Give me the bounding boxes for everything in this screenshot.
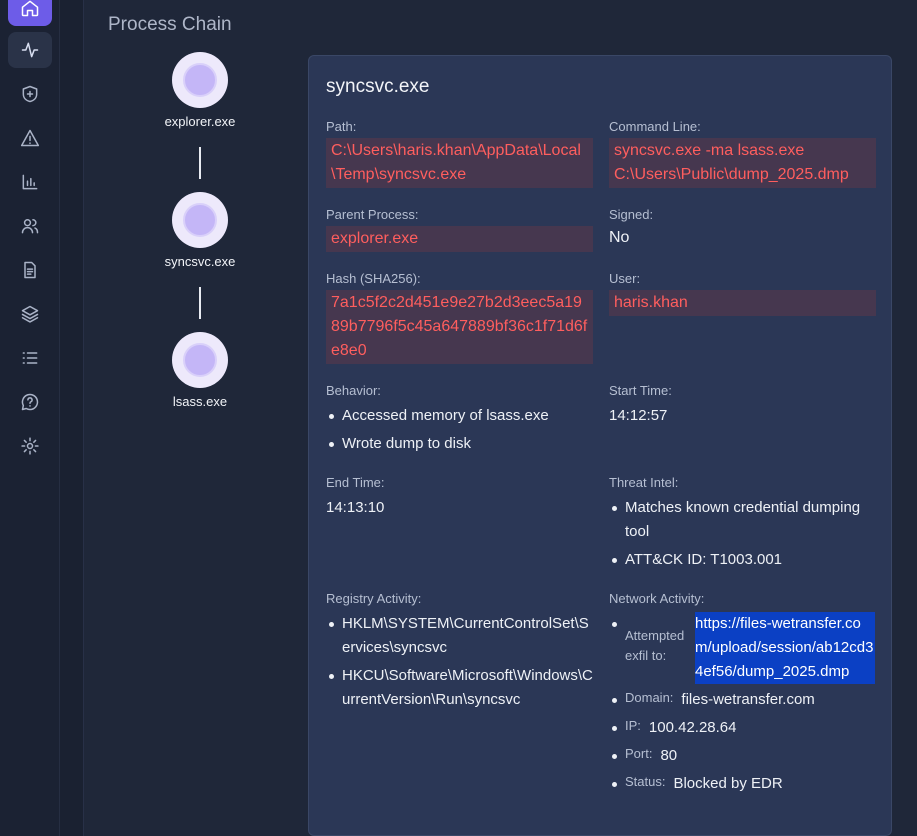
cmdline-field: Command Line: syncsvc.exe -ma lsass.exe …	[609, 119, 876, 188]
signed-value: No	[609, 229, 630, 246]
behavior-field: Behavior: Accessed memory of lsass.exe W…	[326, 383, 593, 460]
port-value: 80	[660, 747, 678, 764]
nav-settings[interactable]	[8, 428, 52, 464]
list-item: HKLM\SYSTEM\CurrentControlSet\Services\s…	[326, 612, 593, 660]
domain-key: Domain:	[625, 690, 674, 705]
cmdline-value: syncsvc.exe -ma lsass.exe C:\Users\Publi…	[609, 138, 876, 188]
cmdline-label: Command Line:	[609, 119, 701, 134]
chain-connector	[199, 287, 201, 319]
hash-value: 7a1c5f2c2d451e9e27b2d3eec5a1989b7796f5c4…	[326, 290, 593, 364]
start-time-field: Start Time: 14:12:57	[609, 383, 876, 428]
list-item: ATT&CK ID: T1003.001	[609, 548, 876, 572]
network-list: Attempted exfil to: https://files-wetran…	[609, 612, 876, 796]
threat-intel-list: Matches known credential dumping tool AT…	[609, 496, 876, 572]
end-time-value: 14:13:10	[326, 499, 385, 516]
nav-list[interactable]	[8, 340, 52, 376]
nav-documents[interactable]	[8, 252, 52, 288]
activity-icon	[21, 42, 39, 58]
sidebar-gutter	[60, 0, 84, 836]
bar-chart-icon	[22, 174, 38, 190]
list-item: Port: 80	[609, 744, 876, 768]
threat-intel-field: Threat Intel: Matches known credential d…	[609, 475, 876, 576]
ip-key: IP:	[625, 718, 641, 733]
section-title: Process Chain	[108, 14, 232, 35]
path-field: Path: C:\Users\haris.khan\AppData\Local\…	[326, 119, 593, 188]
start-time-value: 14:12:57	[609, 407, 668, 424]
process-title: syncsvc.exe	[326, 76, 430, 97]
list-item: HKCU\Software\Microsoft\Windows\CurrentV…	[326, 664, 593, 712]
shield-plus-icon	[22, 85, 38, 103]
nav-alerts[interactable]	[8, 120, 52, 156]
help-circle-icon	[21, 393, 39, 411]
hash-label: Hash (SHA256):	[326, 271, 421, 286]
sidebar	[0, 0, 60, 836]
list-item: Status: Blocked by EDR	[609, 772, 876, 796]
port-key: Port:	[625, 746, 653, 761]
nav-shield[interactable]	[8, 76, 52, 112]
start-time-label: Start Time:	[609, 383, 672, 398]
end-time-field: End Time: 14:13:10	[326, 475, 593, 520]
nav-home[interactable]	[8, 0, 52, 26]
chain-node-syncsvc[interactable]: syncsvc.exe	[156, 192, 244, 269]
nav-help[interactable]	[8, 384, 52, 420]
chain-node-explorer[interactable]: explorer.exe	[156, 52, 244, 129]
layers-icon	[21, 305, 39, 323]
file-text-icon	[24, 261, 36, 279]
nav-layers[interactable]	[8, 296, 52, 332]
user-label: User:	[609, 271, 641, 286]
parent-label: Parent Process:	[326, 207, 419, 222]
parent-field: Parent Process: explorer.exe	[326, 207, 593, 252]
list-icon	[22, 352, 38, 364]
chain-node-lsass[interactable]: lsass.exe	[156, 332, 244, 409]
parent-value: explorer.exe	[326, 226, 593, 252]
end-time-label: End Time:	[326, 475, 385, 490]
list-item: Matches known credential dumping tool	[609, 496, 876, 544]
path-label: Path:	[326, 119, 357, 134]
status-key: Status:	[625, 774, 666, 789]
gear-icon	[21, 437, 39, 455]
exfil-key: Attempted exfil to:	[625, 628, 685, 663]
signed-field: Signed: No	[609, 207, 876, 250]
domain-value: files-wetransfer.com	[681, 691, 815, 708]
process-node-icon	[172, 52, 228, 108]
list-item: IP: 100.42.28.64	[609, 716, 876, 740]
chain-node-label: syncsvc.exe	[164, 254, 236, 269]
home-icon	[21, 0, 39, 17]
signed-label: Signed:	[609, 207, 654, 222]
nav-users[interactable]	[8, 208, 52, 244]
users-icon	[21, 219, 39, 234]
nav-reports[interactable]	[8, 164, 52, 200]
user-value: haris.khan	[609, 290, 876, 316]
behavior-list: Accessed memory of lsass.exe Wrote dump …	[326, 404, 593, 456]
registry-field: Registry Activity: HKLM\SYSTEM\CurrentCo…	[326, 591, 593, 716]
chain-node-label: lsass.exe	[172, 394, 228, 409]
chain-node-label: explorer.exe	[164, 114, 236, 129]
path-value: C:\Users\haris.khan\AppData\Local\Temp\s…	[326, 138, 593, 188]
registry-label: Registry Activity:	[326, 591, 422, 606]
network-field: Network Activity: Attempted exfil to: ht…	[609, 591, 876, 800]
chain-connector	[199, 147, 201, 179]
ip-value: 100.42.28.64	[648, 719, 737, 736]
status-value: Blocked by EDR	[673, 775, 783, 792]
behavior-label: Behavior:	[326, 383, 381, 398]
nav-activity[interactable]	[8, 32, 52, 68]
hash-field: Hash (SHA256): 7a1c5f2c2d451e9e27b2d3eec…	[326, 271, 593, 364]
list-item: Attempted exfil to: https://files-wetran…	[609, 612, 876, 684]
exfil-url-link[interactable]: https://files-wetransfer.com/upload/sess…	[695, 612, 875, 684]
process-details-card: syncsvc.exe Path: C:\Users\haris.khan\Ap…	[308, 55, 892, 836]
user-field: User: haris.khan	[609, 271, 876, 316]
threat-intel-label: Threat Intel:	[609, 475, 679, 490]
alert-triangle-icon	[20, 129, 40, 147]
registry-list: HKLM\SYSTEM\CurrentControlSet\Services\s…	[326, 612, 593, 712]
network-label: Network Activity:	[609, 591, 705, 606]
list-item: Domain: files-wetransfer.com	[609, 688, 876, 712]
process-node-icon	[172, 332, 228, 388]
list-item: Accessed memory of lsass.exe	[326, 404, 593, 428]
main-panel: Process Chain explorer.exe syncsvc.exe l…	[84, 0, 917, 836]
list-item: Wrote dump to disk	[326, 432, 593, 456]
process-node-icon	[172, 192, 228, 248]
